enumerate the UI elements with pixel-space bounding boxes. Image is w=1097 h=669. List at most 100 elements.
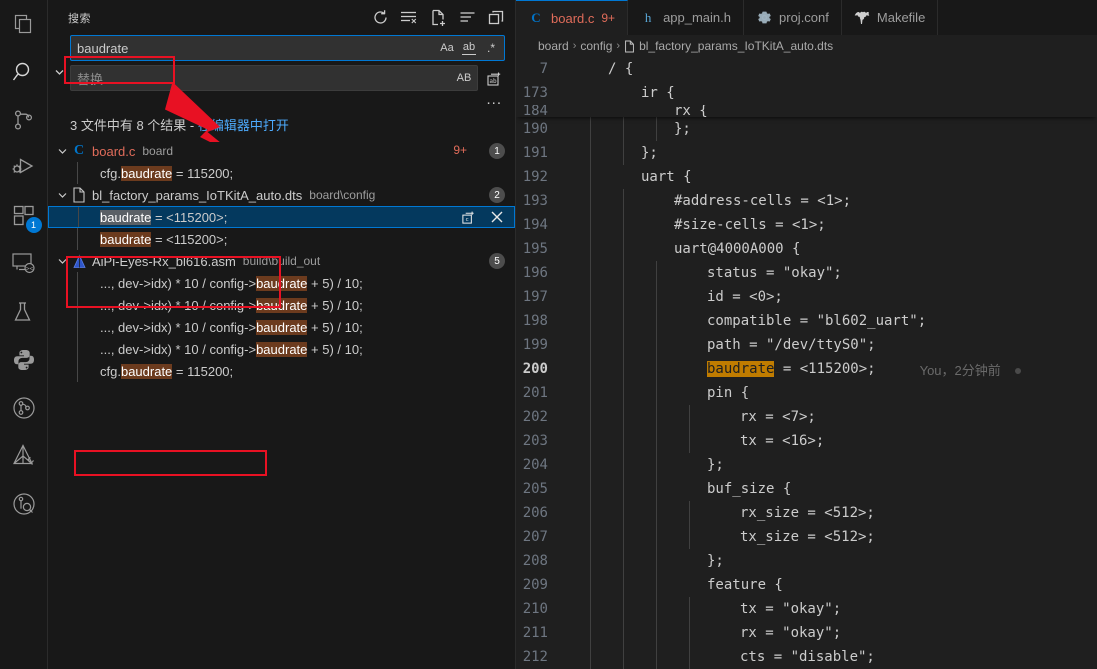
- tab-label: proj.conf: [779, 10, 829, 25]
- search-input-box[interactable]: baudrate Aa ab .*: [70, 35, 505, 61]
- code-line[interactable]: 205 buf_size {: [516, 477, 1097, 501]
- line-number: 204: [522, 457, 548, 473]
- beaker-icon: [12, 300, 36, 324]
- code-line[interactable]: 190 };: [516, 117, 1097, 141]
- activity-bar-item-platformio[interactable]: [0, 432, 48, 480]
- line-text: #size-cells = <1>;: [674, 217, 826, 233]
- line-text: tx = <16>;: [740, 433, 825, 449]
- search-result-match[interactable]: ..., dev->idx) * 10 / config->baudrate +…: [48, 316, 515, 338]
- activity-bar-item-search[interactable]: [0, 48, 48, 96]
- search-result-match[interactable]: ..., dev->idx) * 10 / config->baudrate +…: [48, 272, 515, 294]
- replace-input[interactable]: 替换: [71, 69, 454, 88]
- line-number: 202: [522, 409, 548, 425]
- replace-match-button[interactable]: c: [460, 208, 478, 226]
- code-line[interactable]: 192 uart {: [516, 165, 1097, 189]
- code-line[interactable]: 210 tx = "okay";: [516, 597, 1097, 621]
- line-text: path = "/dev/ttyS0";: [707, 337, 876, 353]
- code-line[interactable]: 206 rx_size = <512>;: [516, 501, 1097, 525]
- breadcrumb-item-config[interactable]: config: [580, 39, 612, 53]
- code-line[interactable]: 207 tx_size = <512>;: [516, 525, 1097, 549]
- sticky-line[interactable]: 173 ir {: [516, 81, 1097, 105]
- replace-row: 替换 AB ab: [70, 65, 505, 91]
- tab-makefile[interactable]: Makefile: [842, 0, 939, 35]
- line-number: 173: [522, 85, 548, 101]
- activity-bar-item-extensions[interactable]: 1: [0, 192, 48, 240]
- sticky-scroll[interactable]: 7 / { 173 ir { 184 rx {: [516, 57, 1097, 117]
- open-new-search-editor-button[interactable]: [427, 7, 449, 29]
- code-line[interactable]: 209 feature {: [516, 573, 1097, 597]
- activity-bar-item-run-debug[interactable]: [0, 144, 48, 192]
- replace-all-button[interactable]: ab: [483, 67, 505, 89]
- code-line[interactable]: 199 path = "/dev/ttyS0";: [516, 333, 1097, 357]
- tab-proj-conf[interactable]: proj.conf: [744, 0, 842, 35]
- activity-bar-item-remote-explorer[interactable]: ><: [0, 240, 48, 288]
- match-suffix: + 5) / 10;: [307, 275, 363, 291]
- line-text: tx_size = <512>;: [740, 529, 875, 545]
- match-suffix: = 115200;: [172, 165, 234, 181]
- line-text: baudrate = <115200>;: [566, 361, 876, 377]
- code-line[interactable]: 195 uart@4000A000 {: [516, 237, 1097, 261]
- chevron-down-icon[interactable]: [54, 190, 70, 201]
- code-line[interactable]: 202 rx = <7>;: [516, 405, 1097, 429]
- match-suffix: = <115200>;: [151, 231, 228, 247]
- search-results-tree[interactable]: C board.c board 9+ 1 cfg.baudrate = 1152…: [48, 140, 515, 669]
- breadcrumb-item-board[interactable]: board: [538, 39, 569, 53]
- replace-input-box[interactable]: 替换 AB: [70, 65, 478, 91]
- search-result-match-selected[interactable]: baudrate = <115200>; c: [48, 206, 515, 228]
- chevron-down-icon[interactable]: [54, 146, 70, 157]
- toggle-search-details-button[interactable]: ...: [486, 92, 502, 107]
- git-blame-annotation[interactable]: You，2分钟前: [920, 360, 1021, 379]
- search-input[interactable]: baudrate: [71, 41, 437, 56]
- code-line[interactable]: 208 };: [516, 549, 1097, 573]
- sticky-line[interactable]: 7 / {: [516, 57, 1097, 81]
- activity-bar-item-git-graph[interactable]: [0, 384, 48, 432]
- refresh-search-button[interactable]: [369, 7, 391, 29]
- activity-bar-item-gitlens[interactable]: [0, 480, 48, 528]
- open-in-editor-link[interactable]: 在编辑器中打开: [198, 118, 289, 133]
- code-line[interactable]: 196 status = "okay";: [516, 261, 1097, 285]
- match-text: cfg.baudrate = 115200;: [100, 363, 233, 379]
- preserve-case-toggle[interactable]: AB: [454, 68, 474, 88]
- view-as-list-button[interactable]: [456, 7, 478, 29]
- match-case-toggle[interactable]: Aa: [437, 38, 457, 58]
- clear-search-results-button[interactable]: [398, 7, 420, 29]
- tab-board-c[interactable]: C board.c 9+: [516, 0, 629, 35]
- code-line[interactable]: 198 compatible = "bl602_uart";: [516, 309, 1097, 333]
- code-line-current[interactable]: 200 baudrate = <115200>; You，2分钟前: [516, 357, 1097, 381]
- search-result-match[interactable]: cfg.baudrate = 115200;: [48, 162, 515, 184]
- search-result-file-header[interactable]: AiPi-Eyes-Rx_bl616.asm build\build_out 5: [48, 250, 515, 272]
- code-line[interactable]: 193 #address-cells = <1>;: [516, 189, 1097, 213]
- search-result-file-header[interactable]: C board.c board 9+ 1: [48, 140, 515, 162]
- search-result-match[interactable]: baudrate = <115200>;: [48, 228, 515, 250]
- code-line[interactable]: 204 };: [516, 453, 1097, 477]
- search-result-file-header[interactable]: bl_factory_params_IoTKitA_auto.dts board…: [48, 184, 515, 206]
- search-result-match[interactable]: ..., dev->idx) * 10 / config->baudrate +…: [48, 338, 515, 360]
- code-line[interactable]: 197 id = <0>;: [516, 285, 1097, 309]
- search-result-match[interactable]: cfg.baudrate = 115200;: [48, 360, 515, 382]
- sticky-line[interactable]: 184 rx {: [516, 105, 1097, 117]
- code-line[interactable]: 212 cts = "disable";: [516, 645, 1097, 669]
- activity-bar-item-testing[interactable]: [0, 288, 48, 336]
- chevron-down-icon[interactable]: [54, 256, 70, 267]
- match-whole-word-toggle[interactable]: ab: [459, 38, 479, 58]
- dismiss-match-button[interactable]: [488, 208, 506, 226]
- code-editor[interactable]: 190 }; 191 }; 192 uart { 193 #address-ce…: [516, 57, 1097, 669]
- code-line[interactable]: 201 pin {: [516, 381, 1097, 405]
- use-regex-toggle[interactable]: .*: [481, 38, 501, 58]
- editor-find-match: baudrate: [707, 361, 775, 377]
- code-line[interactable]: 203 tx = <16>;: [516, 429, 1097, 453]
- breadcrumb-item-file[interactable]: bl_factory_params_IoTKitA_auto.dts: [624, 39, 833, 53]
- toggle-replace-button[interactable]: [50, 49, 68, 95]
- activity-bar-item-explorer[interactable]: [0, 0, 48, 48]
- search-result-match[interactable]: ..., dev->idx) * 10 / config->baudrate +…: [48, 294, 515, 316]
- activity-bar-item-source-control[interactable]: [0, 96, 48, 144]
- line-text: cts = "disable";: [740, 649, 875, 665]
- code-line[interactable]: 211 rx = "okay";: [516, 621, 1097, 645]
- code-line[interactable]: 194 #size-cells = <1>;: [516, 213, 1097, 237]
- search-widget: baudrate Aa ab .* 替换 AB ab ...: [48, 35, 515, 109]
- line-number: 190: [522, 121, 548, 137]
- activity-bar-item-python[interactable]: [0, 336, 48, 384]
- code-line[interactable]: 191 };: [516, 141, 1097, 165]
- collapse-all-button[interactable]: [485, 7, 507, 29]
- tab-app-main-h[interactable]: h app_main.h: [628, 0, 745, 35]
